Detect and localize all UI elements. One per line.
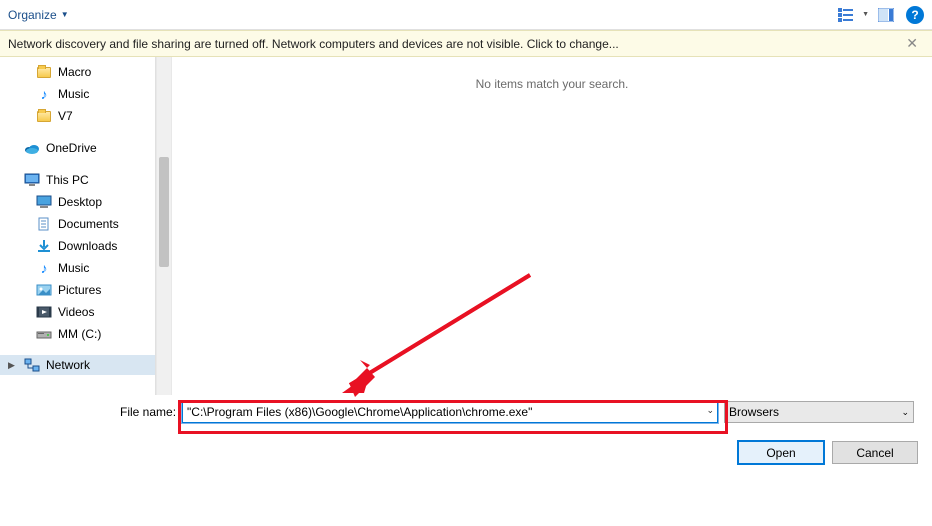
folder-icon [36, 64, 52, 80]
filter-label: Browsers [729, 405, 779, 419]
organize-label: Organize [8, 8, 57, 22]
toolbar: Organize ▼ ▼ ? [0, 0, 932, 30]
tree-item-desktop[interactable]: Desktop [0, 191, 155, 213]
filename-input-wrap: ⌄ [182, 401, 718, 423]
open-button[interactable]: Open [738, 441, 824, 464]
organize-menu[interactable]: Organize ▼ [8, 8, 69, 22]
expand-icon[interactable]: ▶ [8, 360, 18, 371]
tree-item-network[interactable]: ▶ Network [0, 355, 155, 375]
tree-item-onedrive[interactable]: OneDrive [0, 137, 155, 159]
pictures-icon [36, 282, 52, 298]
folder-icon [36, 108, 52, 124]
file-type-filter[interactable]: Browsers ⌄ [724, 401, 914, 423]
caret-down-icon: ▼ [862, 11, 869, 18]
view-list-icon [836, 5, 856, 25]
tree-item-drive-c[interactable]: MM (C:) [0, 323, 155, 345]
tree-item-videos[interactable]: Videos [0, 301, 155, 323]
help-icon[interactable]: ? [906, 6, 924, 24]
tree-label: Music [58, 85, 89, 103]
content-row: Macro ♪ Music V7 OneDrive This PC [0, 57, 932, 395]
tree-item-downloads[interactable]: Downloads [0, 235, 155, 257]
music-icon: ♪ [36, 260, 52, 276]
onedrive-icon [24, 140, 40, 156]
tree-label: Pictures [58, 281, 101, 299]
desktop-icon [36, 194, 52, 210]
close-icon[interactable]: ✕ [900, 35, 924, 52]
tree-item-music[interactable]: ♪ Music [0, 83, 155, 105]
filename-label: File name: [120, 405, 176, 419]
tree-label: Desktop [58, 193, 102, 211]
file-list-pane: No items match your search. [172, 57, 932, 395]
chevron-down-icon: ⌄ [901, 407, 909, 418]
view-options-button[interactable]: ▼ [829, 3, 872, 27]
notice-text: Network discovery and file sharing are t… [8, 37, 619, 51]
tree-label: V7 [58, 107, 73, 125]
network-icon [24, 357, 40, 373]
tree-label: Videos [58, 303, 94, 321]
tree-item-pictures[interactable]: Pictures [0, 279, 155, 301]
cancel-button[interactable]: Cancel [832, 441, 918, 464]
filename-input[interactable] [182, 401, 718, 423]
button-row: Open Cancel [120, 441, 922, 464]
tree-label: Macro [58, 63, 91, 81]
filename-row: File name: ⌄ Browsers ⌄ [120, 401, 922, 423]
tree-scrollbar[interactable] [156, 57, 172, 395]
tree-item-macro[interactable]: Macro [0, 61, 155, 83]
documents-icon [36, 216, 52, 232]
preview-pane-button[interactable] [876, 5, 896, 25]
tree-item-music2[interactable]: ♪ Music [0, 257, 155, 279]
pc-icon [24, 172, 40, 188]
tree-label: Downloads [58, 237, 117, 255]
tree-item-documents[interactable]: Documents [0, 213, 155, 235]
tree-item-v7[interactable]: V7 [0, 105, 155, 127]
tree-item-thispc[interactable]: This PC [0, 169, 155, 191]
tree-label: Music [58, 259, 89, 277]
tree-label: OneDrive [46, 139, 97, 157]
scrollbar-thumb[interactable] [159, 157, 169, 267]
tree-label: Documents [58, 215, 119, 233]
caret-down-icon: ▼ [61, 10, 69, 19]
bottom-panel: File name: ⌄ Browsers ⌄ Open Cancel [0, 395, 932, 505]
tree-label: MM (C:) [58, 325, 101, 343]
videos-icon [36, 304, 52, 320]
chevron-down-icon[interactable]: ⌄ [706, 405, 714, 416]
music-icon: ♪ [36, 86, 52, 102]
empty-message: No items match your search. [192, 77, 912, 91]
network-notice-bar[interactable]: Network discovery and file sharing are t… [0, 30, 932, 57]
downloads-icon [36, 238, 52, 254]
drive-icon [36, 326, 52, 342]
tree-label: Network [46, 358, 90, 372]
nav-tree: Macro ♪ Music V7 OneDrive This PC [0, 57, 156, 395]
tree-label: This PC [46, 171, 89, 189]
